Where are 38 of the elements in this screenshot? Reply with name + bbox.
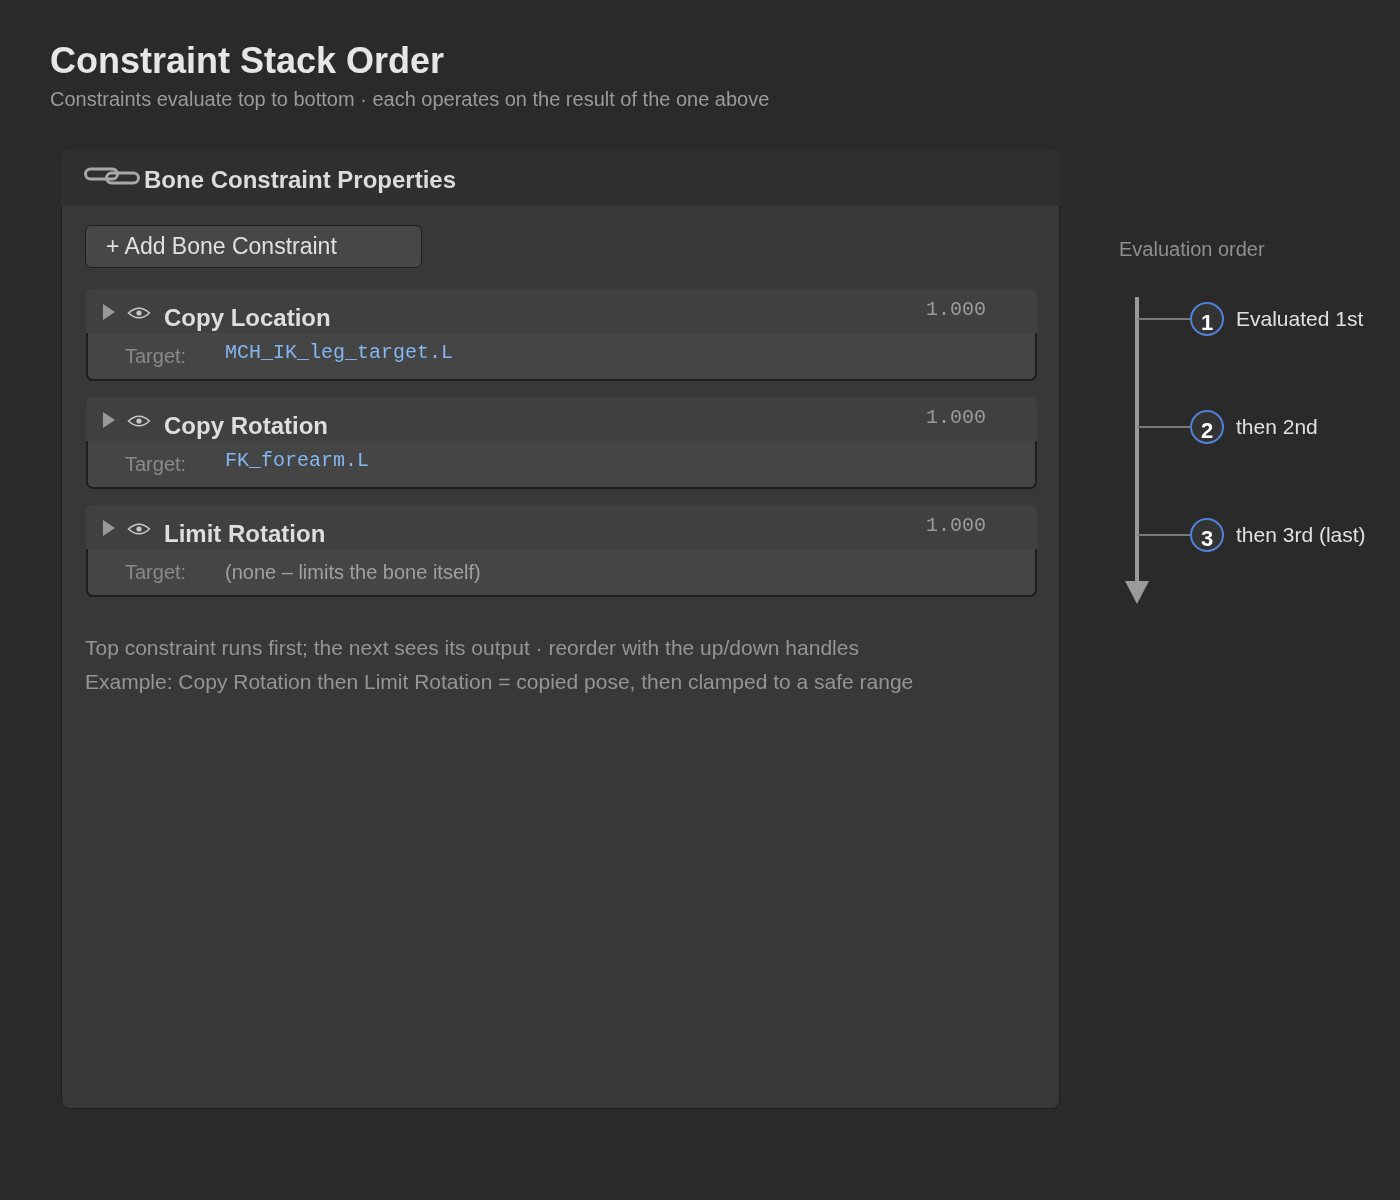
step-label: then 2nd [1236,415,1318,439]
connector-line [1138,318,1190,320]
influence-value: 1.000 [926,406,986,430]
connector-line [1138,534,1190,536]
step-number: 2 [1190,410,1224,444]
target-label: Target: [125,453,188,476]
add-constraint-button[interactable]: + Add Bone Constraint [85,225,422,268]
constraint-header[interactable]: Limit Rotation 1.000 [86,505,1037,549]
eye-icon[interactable] [127,414,151,428]
step-label: then 3rd (last) [1236,523,1366,547]
step-number: 1 [1190,302,1224,336]
page-subtitle: Constraints evaluate top to bottom · each operates on the result of the one above [50,87,771,112]
chain-link-icon [84,166,140,185]
note-text: Example: Copy Rotation then Limit Rotation = copied pose, then clamped to a safe range [85,669,915,695]
target-value: (none – limits the bone itself) [225,561,481,584]
expand-triangle-icon[interactable] [103,304,115,320]
target-value: FK_forearm.L [225,449,370,472]
target-label: Target: [125,345,188,368]
expand-triangle-icon[interactable] [103,412,115,428]
influence-value: 1.000 [926,514,986,538]
panel-title: Bone Constraint Properties [144,165,457,194]
influence-value: 1.000 [926,298,986,322]
connector-line [1138,426,1190,428]
eye-icon[interactable] [127,522,151,536]
target-label: Target: [125,561,188,584]
step-label: Evaluated 1st [1236,307,1364,331]
target-value: MCH_IK_leg_target.L [225,341,454,364]
eye-icon[interactable] [127,306,151,320]
constraint-header[interactable]: Copy Rotation 1.000 [86,397,1037,441]
step-number: 3 [1190,518,1224,552]
evaluation-title: Evaluation order [1119,237,1266,262]
page-title: Constraint Stack Order [50,39,446,83]
constraint-name: Copy Location [164,304,331,332]
constraint-name: Copy Rotation [164,412,328,440]
constraint-name: Limit Rotation [164,520,326,548]
expand-triangle-icon[interactable] [103,520,115,536]
constraint-header[interactable]: Copy Location 1.000 [86,289,1037,333]
note-text: Top constraint runs first; the next sees its output · reorder with the up/down handles [85,635,860,661]
